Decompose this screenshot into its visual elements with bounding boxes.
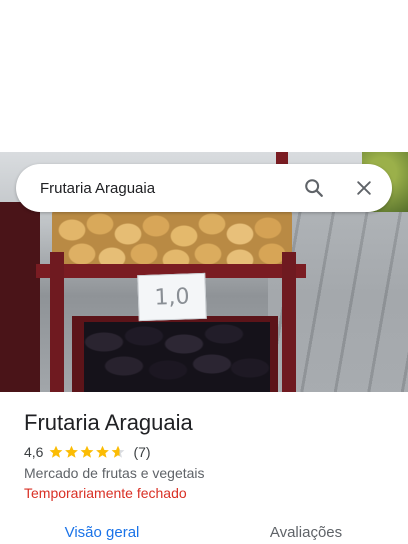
close-icon[interactable]	[346, 170, 382, 206]
search-icon[interactable]	[296, 170, 332, 206]
photo-price-sign: 1,0	[137, 272, 207, 322]
place-category[interactable]: Mercado de frutas e vegetais	[24, 465, 205, 481]
photo-eggplants	[84, 322, 270, 392]
place-title: Frutaria Araguaia	[24, 410, 193, 435]
place-status: Temporariamente fechado	[24, 485, 187, 501]
place-tabs: Visão geral Avaliações	[0, 522, 408, 544]
tab-overview[interactable]: Visão geral	[0, 522, 204, 544]
star-rating	[49, 445, 127, 459]
review-count[interactable]: (7)	[133, 444, 150, 460]
search-input[interactable]	[16, 164, 296, 212]
photo-post-right	[282, 252, 296, 392]
stars-icon	[50, 445, 125, 458]
tab-reviews[interactable]: Avaliações	[204, 522, 408, 544]
rating-value: 4,6	[24, 444, 44, 460]
rating-row[interactable]: 4,6 (7)	[24, 444, 151, 460]
search-bar[interactable]	[16, 164, 392, 212]
photo-post-left	[50, 252, 64, 392]
place-info-panel: Frutaria Araguaia 4,6 (7) Mercado de fru…	[0, 392, 408, 544]
photo-crate-left	[0, 202, 40, 392]
photo-potatoes	[52, 210, 292, 272]
